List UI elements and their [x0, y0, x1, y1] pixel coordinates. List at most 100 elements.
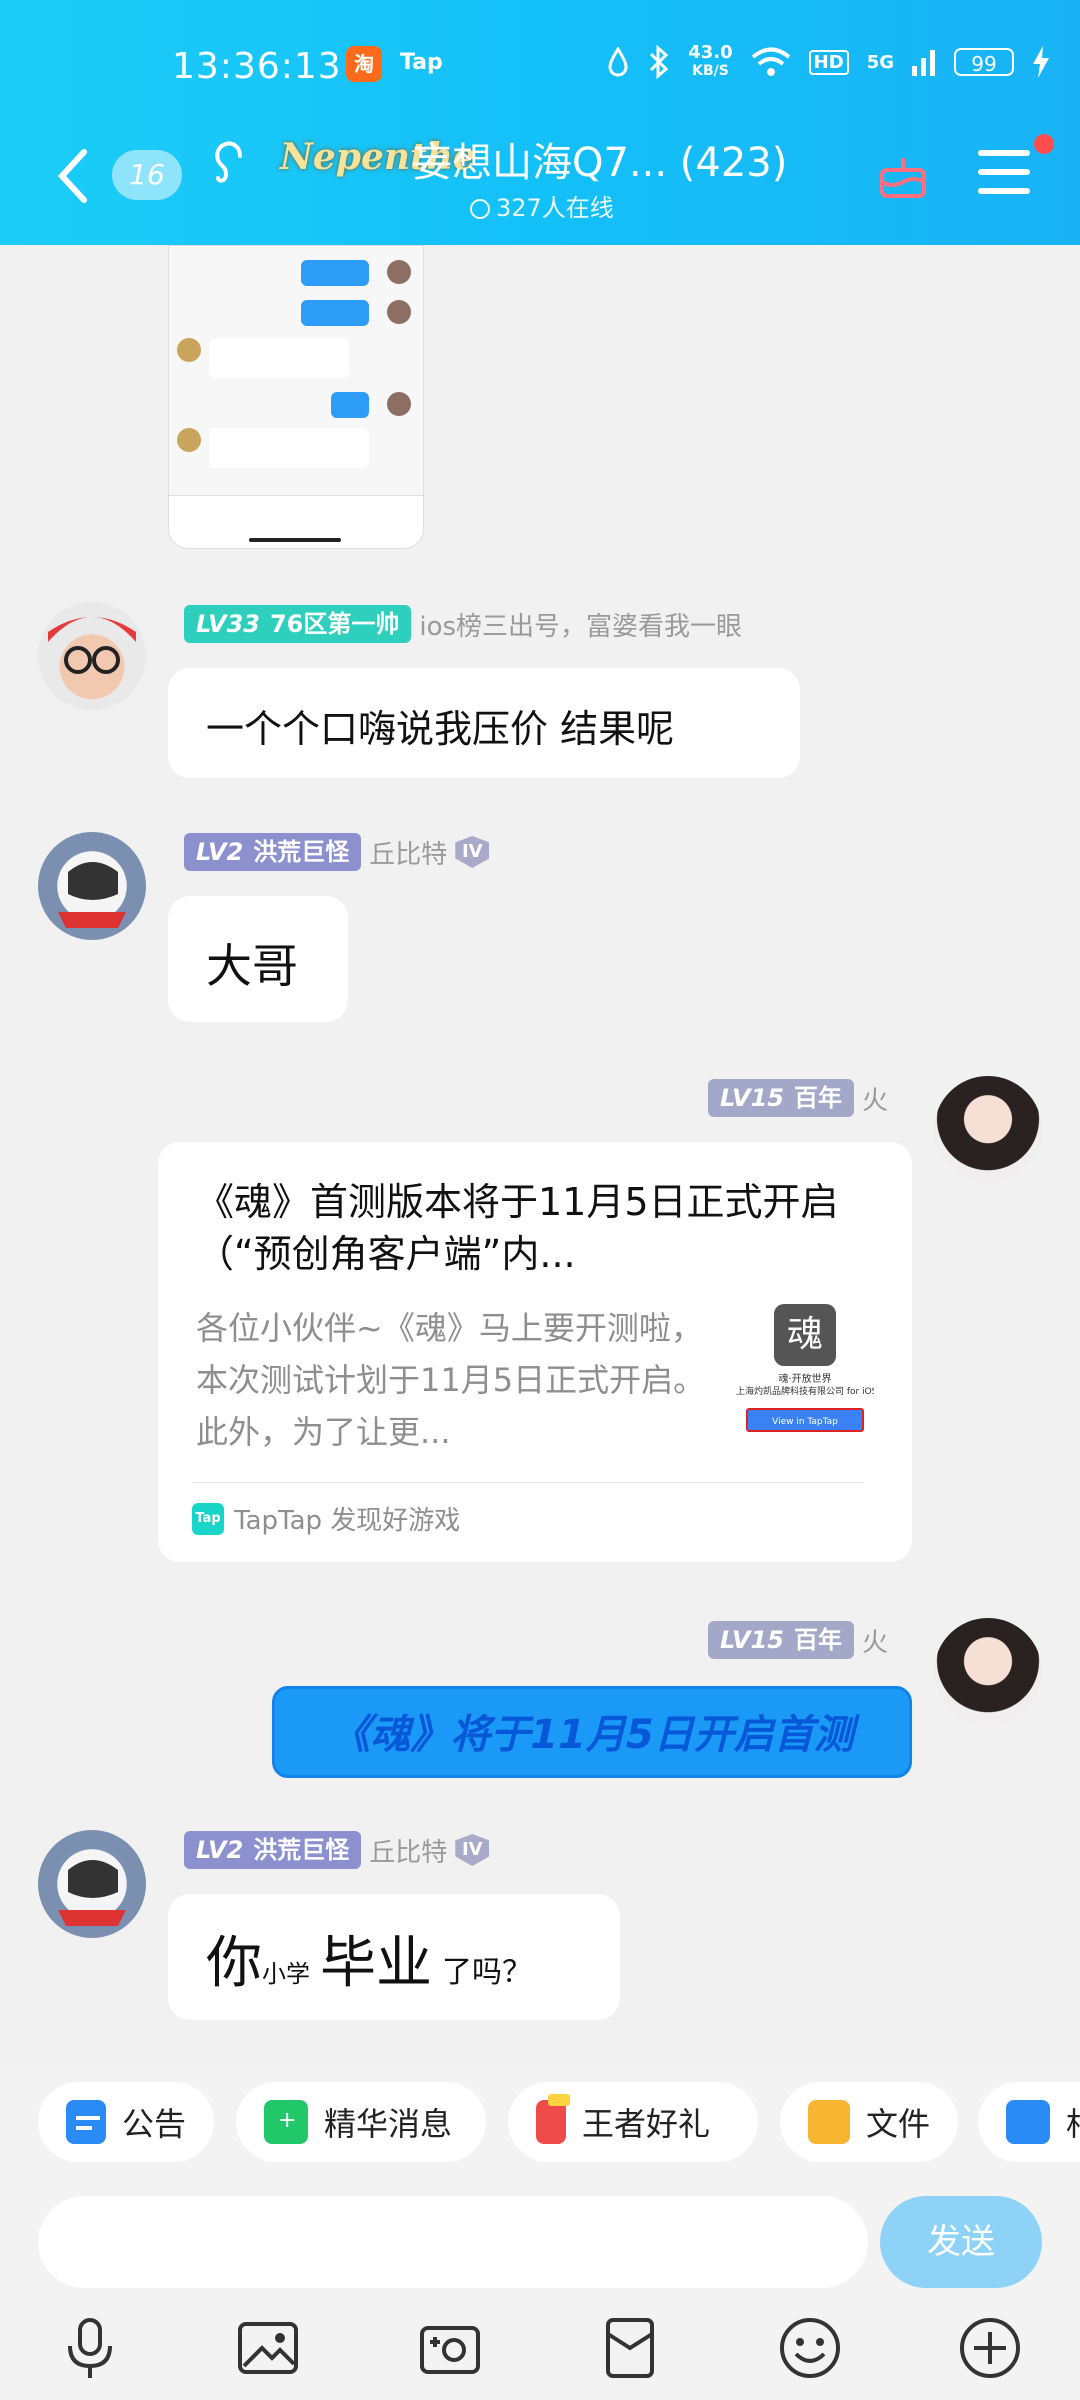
- level-text: LV2: [196, 1836, 244, 1864]
- image-thumb-shape: [209, 338, 349, 378]
- charging-icon: [1033, 46, 1049, 78]
- red-packet-icon[interactable]: [598, 2316, 662, 2380]
- plus-icon[interactable]: [958, 2316, 1022, 2380]
- status-icons: 43.0 KB/S HD 5G 99: [606, 44, 1050, 80]
- screenshot-image-message[interactable]: [168, 245, 424, 549]
- thumb-button: View in TapTap: [746, 1408, 864, 1432]
- badge-title: 洪荒巨怪: [253, 1836, 350, 1864]
- image-thumb-shape: [301, 300, 369, 326]
- speed-value: 43.0: [688, 42, 733, 63]
- back-arrow-icon[interactable]: [52, 148, 92, 204]
- level-text: LV15: [720, 1084, 784, 1112]
- thumb-line-1: 魂·开放世界: [778, 1374, 832, 1385]
- message-input[interactable]: [38, 2196, 868, 2288]
- level-badge: LV2 洪荒巨怪: [184, 1831, 362, 1869]
- message-bubble[interactable]: 一个个口嗨说我压价 结果呢: [168, 668, 800, 778]
- level-text: LV2: [196, 838, 244, 866]
- image-thumb-shape: [331, 392, 369, 418]
- taptap-logo-icon: Tap: [192, 1502, 224, 1535]
- sender-meta: LV15 百年 火: [708, 1620, 888, 1660]
- quick-action-label: 相: [1066, 2099, 1080, 2145]
- rank-icon: IV: [455, 836, 490, 868]
- ear-icon[interactable]: [212, 140, 248, 196]
- sender-name[interactable]: 丘比特: [369, 1832, 447, 1869]
- card-title: 《魂》首测版本将于11月5日正式开启（“预创角客户端”内...: [196, 1180, 839, 1276]
- network-type: 5G: [866, 51, 894, 73]
- online-count[interactable]: 327人在线: [470, 188, 614, 223]
- avatar[interactable]: [38, 602, 146, 710]
- network-speed: 43.0 KB/S: [688, 44, 732, 80]
- level-badge: LV15 百年: [708, 1079, 854, 1117]
- online-text: 327人在线: [496, 194, 614, 222]
- quick-action-highlight[interactable]: + 精华消息: [236, 2082, 486, 2162]
- microphone-icon[interactable]: [58, 2316, 122, 2380]
- badge-title: 洪荒巨怪: [253, 838, 350, 866]
- message-bubble[interactable]: 你小学 毕业 了吗？: [168, 1894, 620, 2020]
- notification-dot: [1034, 134, 1054, 154]
- message-text-part: 了吗？: [442, 1955, 532, 1990]
- level-badge: LV33 76区第一帅: [184, 605, 412, 643]
- avatar[interactable]: [934, 1618, 1042, 1726]
- group-name[interactable]: 妄想山海Q7... (423): [412, 130, 787, 188]
- image-thumb-shape: [387, 260, 411, 284]
- sender-meta: LV2 洪荒巨怪 丘比特 IV: [184, 1830, 490, 1870]
- badge-title: 百年: [793, 1626, 842, 1654]
- quick-action-album[interactable]: 相: [978, 2082, 1080, 2162]
- hd-icon: HD: [808, 49, 849, 75]
- avatar[interactable]: [934, 1076, 1042, 1184]
- sender-name[interactable]: 火: [862, 1622, 888, 1659]
- message-text: 一个个口嗨说我压价 结果呢: [206, 707, 675, 751]
- wifi-icon: [751, 47, 790, 76]
- card-source: Tap TapTap 发现好游戏: [192, 1500, 460, 1537]
- badge-title: 百年: [793, 1084, 842, 1112]
- badge-title: 76区第一帅: [269, 610, 400, 638]
- link-card[interactable]: 《魂》首测版本将于11月5日正式开启（“预创角客户端”内... 各位小伙伴~《魂…: [158, 1142, 912, 1562]
- message-bubble[interactable]: 《魂》将于11月5日开启首测: [272, 1686, 912, 1778]
- chat-nav: 16 Nepenthe 妄想山海Q7... (423) 327人在线: [0, 120, 1080, 230]
- avatar[interactable]: [38, 832, 146, 940]
- emoji-icon[interactable]: [778, 2316, 842, 2380]
- rank-icon: IV: [455, 1834, 490, 1866]
- input-bar: 发送: [0, 2174, 1080, 2298]
- level-badge: LV2 洪荒巨怪: [184, 833, 362, 871]
- message-text-part: 小学: [262, 1960, 310, 1988]
- quick-action-label: 公告: [121, 2105, 186, 2143]
- level-badge: LV15 百年: [708, 1621, 854, 1659]
- level-text: LV33: [196, 610, 260, 638]
- level-text: LV15: [720, 1626, 784, 1654]
- image-thumb-home-indicator: [249, 538, 341, 542]
- announcement-icon: [66, 2100, 106, 2144]
- message-text-part: 毕业: [320, 1931, 432, 1996]
- birthday-cake-icon[interactable]: [878, 150, 928, 200]
- status-bar: 13:36:13 淘 Tap 43.0 KB/S HD 5G 99: [0, 40, 1080, 100]
- input-toolbar: [0, 2298, 1080, 2400]
- camera-icon[interactable]: [418, 2316, 482, 2380]
- send-button[interactable]: 发送: [880, 2196, 1042, 2288]
- image-icon[interactable]: [236, 2316, 300, 2380]
- quick-action-announcement[interactable]: 公告: [38, 2082, 214, 2162]
- tap-app-label: Tap: [400, 50, 443, 75]
- message-text: 大哥: [206, 939, 298, 993]
- quick-action-bar: 公告 + 精华消息 王者好礼 文件 相: [0, 2064, 1080, 2174]
- menu-icon[interactable]: [978, 150, 1030, 194]
- sender-name[interactable]: 火: [862, 1080, 888, 1117]
- card-thumbnail: 魂 魂·开放世界 上海灼凯品牌科技有限公司 for iOS View in Ta…: [736, 1304, 874, 1444]
- quick-action-gift[interactable]: 王者好礼: [508, 2082, 758, 2162]
- quick-action-files[interactable]: 文件: [780, 2082, 958, 2162]
- image-thumb-shape: [177, 428, 201, 452]
- unread-count-badge[interactable]: 16: [112, 150, 182, 200]
- sender-meta: LV15 百年 火: [708, 1078, 888, 1118]
- chat-header: 13:36:13 淘 Tap 43.0 KB/S HD 5G 99 16 Nep…: [0, 0, 1080, 245]
- image-thumb-shape: [301, 260, 369, 286]
- message-text-part: 你: [206, 1931, 262, 1996]
- card-description: 各位小伙伴~《魂》马上要开测啦，本次测试计划于11月5日正式开启。此外，为了让更…: [196, 1309, 706, 1451]
- gift-icon: [536, 2094, 570, 2144]
- speed-unit: KB/S: [692, 63, 729, 79]
- clock: 13:36:13: [172, 46, 342, 87]
- avatar[interactable]: [38, 1830, 146, 1938]
- message-bubble[interactable]: 大哥: [168, 896, 348, 1022]
- sender-name[interactable]: 丘比特: [369, 834, 447, 871]
- highlight-message-icon: +: [264, 2100, 308, 2144]
- sender-name[interactable]: ios榜三出号，富婆看我一眼: [419, 606, 742, 643]
- taobao-app-icon: 淘: [346, 46, 382, 82]
